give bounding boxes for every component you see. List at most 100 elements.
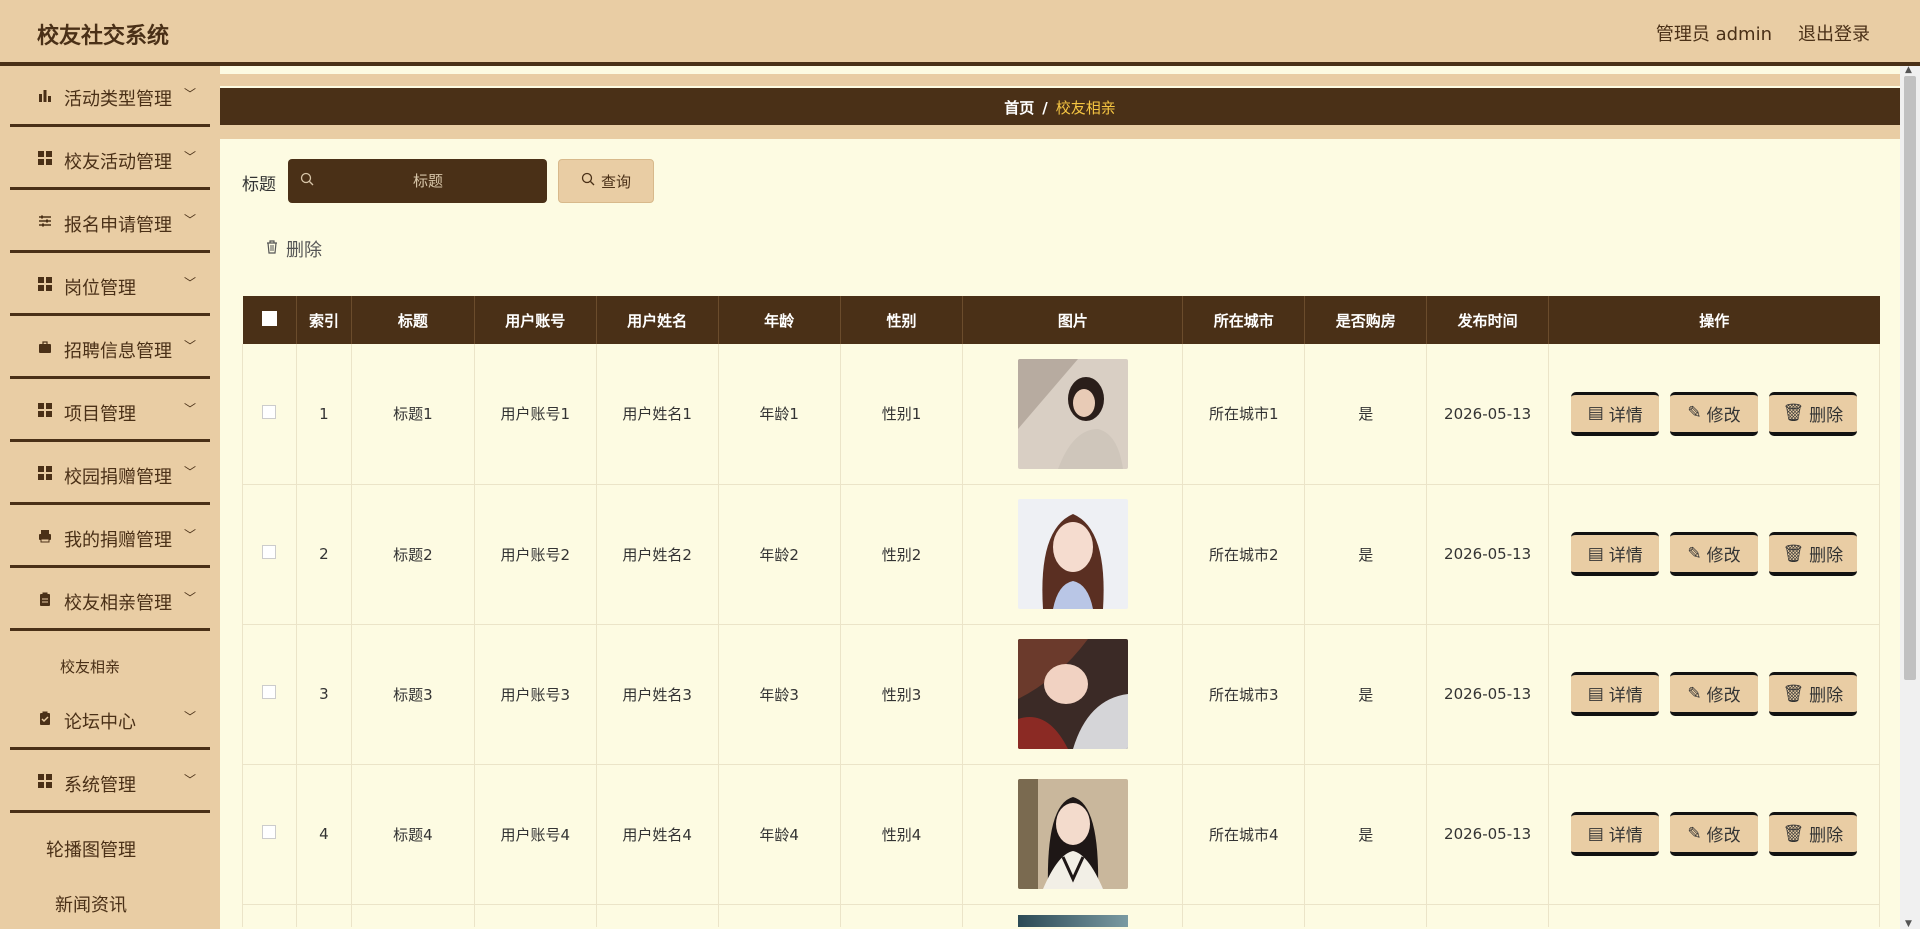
row-checkbox[interactable] — [262, 685, 277, 699]
batch-delete-button[interactable]: 删除 — [264, 236, 322, 262]
chevron-down-icon: ﹀ — [184, 87, 197, 101]
menu-label: 校友相亲管理 — [64, 593, 172, 614]
select-all-checkbox[interactable] — [261, 310, 277, 326]
cell-index: 2 — [295, 484, 352, 625]
cell-house: 是 — [1304, 484, 1428, 625]
document-icon: ▤ — [1587, 543, 1604, 564]
breadcrumb-current: 校友相亲 — [1055, 99, 1116, 117]
cell-actions: ▤ 详情 ✎ 修改 🗑 删除 — [1548, 624, 1880, 765]
menu-recruitment[interactable]: 招聘信息管理 ﹀ — [10, 318, 210, 379]
edit-button[interactable]: ✎ 修改 — [1670, 672, 1759, 716]
delete-button[interactable]: 🗑 删除 — [1768, 812, 1857, 856]
cell-age: 年龄4 — [717, 764, 841, 905]
search-icon — [581, 172, 595, 190]
cell-photo — [962, 904, 1184, 927]
cell-gender: 性别3 — [839, 624, 964, 765]
scroll-down-icon[interactable]: ▼ — [1905, 919, 1912, 929]
header-select-all[interactable] — [242, 296, 297, 344]
app-title: 校友社交系统 — [37, 24, 170, 49]
menu-label: 校友活动管理 — [64, 152, 172, 173]
breadcrumb-bottom-band — [220, 125, 1900, 139]
detail-button[interactable]: ▤ 详情 — [1571, 532, 1660, 576]
menu-project[interactable]: 项目管理 ﹀ — [10, 381, 210, 442]
breadcrumb-home[interactable]: 首页 — [1004, 99, 1034, 117]
search-field[interactable] — [288, 159, 547, 203]
column-header: 操作 — [1548, 296, 1880, 344]
clipboard-icon — [38, 592, 52, 606]
breadcrumb-top-band — [220, 74, 1900, 86]
menu-registration[interactable]: 报名申请管理 ﹀ — [10, 192, 210, 253]
row-select-cell — [242, 764, 297, 905]
chevron-down-icon: ﹀ — [184, 402, 197, 416]
column-header: 索引 — [296, 296, 352, 344]
query-button[interactable]: 查询 — [558, 159, 654, 203]
menu-carousel[interactable]: 轮播图管理 — [46, 836, 136, 862]
vertical-scrollbar[interactable]: ▲ ▼ — [1900, 65, 1920, 929]
menu-alumni-activity[interactable]: 校友活动管理 ﹀ — [10, 129, 210, 190]
menu-campus-donation[interactable]: 校园捐赠管理 ﹀ — [10, 444, 210, 505]
column-header: 图片 — [962, 296, 1184, 344]
breadcrumb: 首页 / 校友相亲 — [220, 88, 1900, 125]
chevron-down-icon: ﹀ — [184, 465, 197, 479]
detail-button[interactable]: ▤ 详情 — [1571, 672, 1660, 716]
scrollbar-thumb[interactable] — [1904, 76, 1916, 680]
search-input[interactable] — [318, 159, 538, 203]
menu-position[interactable]: 岗位管理 ﹀ — [10, 255, 210, 316]
top-header: 校友社交系统 管理员 admin 退出登录 — [0, 0, 1920, 66]
grid-icon — [38, 151, 52, 165]
edit-button-label: 修改 — [1706, 826, 1741, 846]
column-header: 标题 — [351, 296, 475, 344]
menu-system[interactable]: 系统管理 ﹀ — [10, 752, 210, 813]
logout-link[interactable]: 退出登录 — [1798, 20, 1870, 46]
cell-index: 4 — [295, 764, 352, 905]
menu-label: 论坛中心 — [64, 712, 136, 733]
row-select-cell — [242, 484, 297, 625]
detail-button[interactable]: ▤ 详情 — [1571, 391, 1660, 436]
menu-label: 报名申请管理 — [64, 215, 172, 236]
menu-label: 岗位管理 — [64, 278, 136, 299]
grid-icon — [38, 774, 52, 788]
row-checkbox[interactable] — [262, 404, 277, 419]
row-checkbox[interactable] — [262, 825, 277, 839]
cell-city: 所在城市2 — [1182, 484, 1306, 625]
submenu-dating[interactable]: 校友相亲 — [60, 656, 120, 677]
edit-button[interactable]: ✎ 修改 — [1670, 532, 1759, 576]
cell-index: 1 — [295, 344, 352, 485]
cell-name: 用户姓名2 — [595, 484, 719, 625]
menu-activity-type[interactable]: 活动类型管理 ﹀ — [10, 66, 210, 127]
cell-date: 2026-05-13 — [1426, 624, 1550, 765]
menu-news[interactable]: 新闻资讯 — [55, 891, 127, 917]
table-row: 1 标题1 用户账号1 用户姓名1 年龄1 性别1 所在城市1 是 2026-0… — [242, 344, 1880, 485]
scroll-up-icon[interactable]: ▲ — [1905, 65, 1912, 75]
cell-account: 用户账号1 — [473, 344, 597, 485]
pencil-icon: ✎ — [1687, 823, 1702, 844]
menu-label: 活动类型管理 — [64, 89, 172, 110]
cell-date: 2026-05-13 — [1426, 344, 1550, 485]
detail-button[interactable]: ▤ 详情 — [1571, 812, 1660, 856]
menu-my-donation[interactable]: 我的捐赠管理 ﹀ — [10, 507, 210, 568]
menu-dating[interactable]: 校友相亲管理 ﹀ — [10, 570, 210, 631]
profile-photo — [1017, 358, 1128, 469]
menu-forum[interactable]: 论坛中心 ﹀ — [10, 689, 210, 750]
delete-button[interactable]: 🗑 删除 — [1768, 532, 1857, 576]
row-checkbox[interactable] — [262, 545, 277, 559]
detail-button-label: 详情 — [1608, 546, 1643, 566]
detail-button-label: 详情 — [1608, 826, 1643, 846]
menu-label: 校园捐赠管理 — [64, 467, 172, 488]
chevron-down-icon: ﹀ — [184, 276, 197, 290]
search-label: 标题 — [242, 175, 276, 195]
delete-button[interactable]: 🗑 删除 — [1768, 391, 1857, 436]
delete-button-label: 删除 — [1809, 826, 1844, 846]
menu-label: 我的捐赠管理 — [64, 530, 172, 551]
data-table: 索引 标题 用户账号 用户姓名 年龄 性别 图片 所在城市 是否购房 发布时间 … — [242, 296, 1880, 927]
cell-photo — [962, 764, 1184, 905]
edit-button[interactable]: ✎ 修改 — [1670, 391, 1759, 436]
edit-button[interactable]: ✎ 修改 — [1670, 812, 1759, 856]
cell-house: 是 — [1304, 764, 1428, 905]
document-icon: ▤ — [1587, 403, 1604, 424]
cell-city: 所在城市3 — [1182, 624, 1306, 765]
bar-chart-icon — [38, 88, 52, 102]
table-header-row: 索引 标题 用户账号 用户姓名 年龄 性别 图片 所在城市 是否购房 发布时间 … — [242, 296, 1880, 344]
delete-button[interactable]: 🗑 删除 — [1768, 672, 1857, 716]
cell-house: 是 — [1304, 624, 1428, 765]
